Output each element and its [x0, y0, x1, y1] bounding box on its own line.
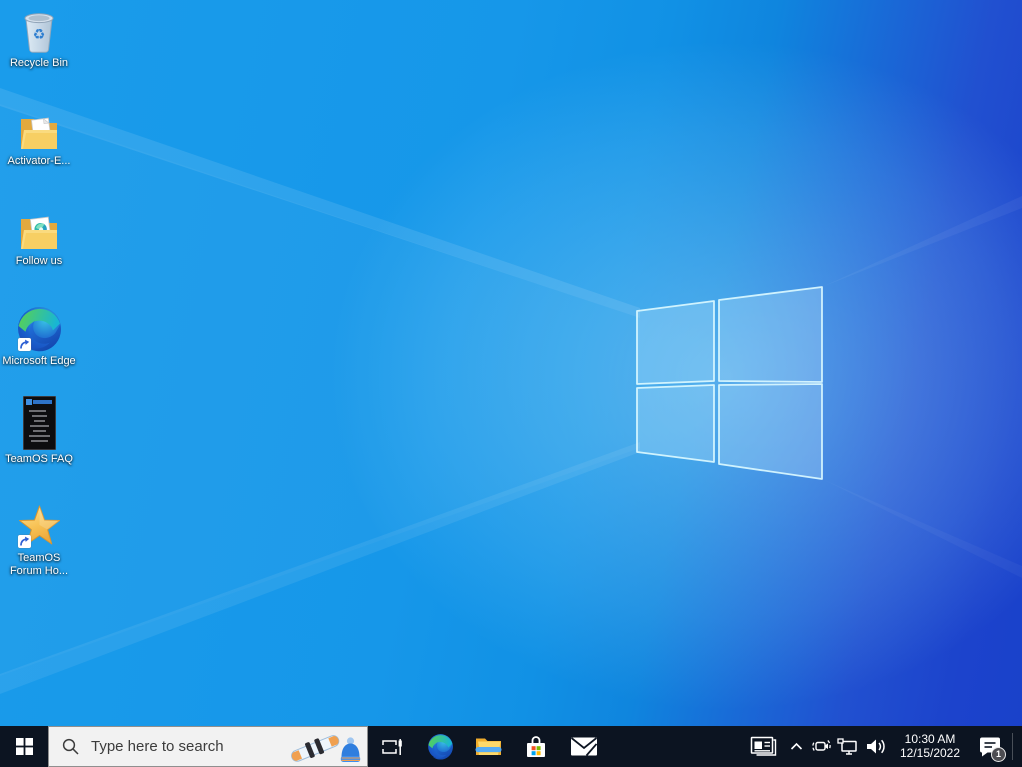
- chevron-up-icon: [790, 742, 803, 751]
- clock-date: 12/15/2022: [900, 747, 960, 760]
- news-and-interests-button[interactable]: [742, 726, 784, 767]
- taskbar-mail-button[interactable]: [560, 726, 608, 767]
- task-view-icon: [381, 736, 403, 758]
- network-button[interactable]: [834, 726, 861, 767]
- speaker-icon: [865, 738, 887, 755]
- search-highlight-snowboard-icon: [287, 729, 363, 765]
- shortcut-arrow-icon: [18, 338, 31, 351]
- desktop-icon-label: TeamOS FAQ: [5, 453, 73, 466]
- desktop-icon-label: Recycle Bin: [10, 57, 68, 70]
- recycle-bin-icon: ♻: [19, 7, 59, 54]
- shortcut-arrow-icon: [18, 535, 31, 548]
- system-tray: 10:30 AM 12/15/2022 1: [742, 726, 1022, 767]
- edge-icon: [427, 733, 454, 760]
- folder-document-icon: [18, 112, 60, 152]
- desktop-icon-teamos-faq[interactable]: TeamOS FAQ: [1, 396, 77, 466]
- desktop-icon-label: Microsoft Edge: [2, 355, 75, 368]
- svg-text:♻: ♻: [33, 27, 46, 43]
- desktop-icon-follow-us[interactable]: Follow us: [1, 204, 77, 268]
- taskbar-store-button[interactable]: [512, 726, 560, 767]
- desktop-wallpaper: [0, 0, 1022, 767]
- screenshot-thumbnail-icon: [23, 396, 56, 450]
- windows-start-icon: [16, 738, 33, 755]
- action-center-button[interactable]: 1: [970, 726, 1010, 767]
- meet-now-icon: [811, 737, 832, 756]
- folder-edge-icon: [18, 212, 60, 252]
- taskbar-clock[interactable]: 10:30 AM 12/15/2022: [890, 726, 970, 767]
- desktop-icon-microsoft-edge[interactable]: Microsoft Edge: [1, 302, 77, 368]
- clock-time: 10:30 AM: [905, 733, 956, 746]
- taskbar: 10:30 AM 12/15/2022 1: [0, 726, 1022, 767]
- microsoft-store-icon: [524, 734, 548, 760]
- news-icon: [750, 736, 777, 757]
- desktop-icon-label: TeamOS Forum Ho...: [1, 552, 77, 578]
- show-desktop-button[interactable]: [1015, 726, 1022, 767]
- desktop-icon-activator[interactable]: Activator-E...: [1, 104, 77, 168]
- start-button[interactable]: [0, 726, 48, 767]
- windows-logo: [0, 0, 1022, 767]
- desktop-icon-recycle-bin[interactable]: ♻ Recycle Bin: [1, 6, 77, 70]
- search-icon: [62, 738, 79, 755]
- show-hidden-icons-button[interactable]: [784, 726, 808, 767]
- taskbar-empty-area: [608, 726, 742, 767]
- desktop-icon-teamos-forum[interactable]: TeamOS Forum Ho...: [1, 497, 77, 578]
- taskbar-file-explorer-button[interactable]: [464, 726, 512, 767]
- network-ethernet-icon: [837, 738, 859, 756]
- mail-icon: [571, 737, 597, 756]
- task-view-button[interactable]: [368, 726, 416, 767]
- search-input[interactable]: [89, 737, 277, 756]
- desktop-icon-label: Activator-E...: [8, 155, 71, 168]
- volume-button[interactable]: [861, 726, 890, 767]
- file-explorer-icon: [475, 735, 502, 758]
- notification-count-badge: 1: [991, 747, 1006, 762]
- taskbar-edge-button[interactable]: [416, 726, 464, 767]
- desktop-icon-label: Follow us: [16, 255, 62, 268]
- taskbar-search[interactable]: [48, 726, 368, 767]
- tray-divider: [1012, 733, 1013, 760]
- meet-now-button[interactable]: [808, 726, 834, 767]
